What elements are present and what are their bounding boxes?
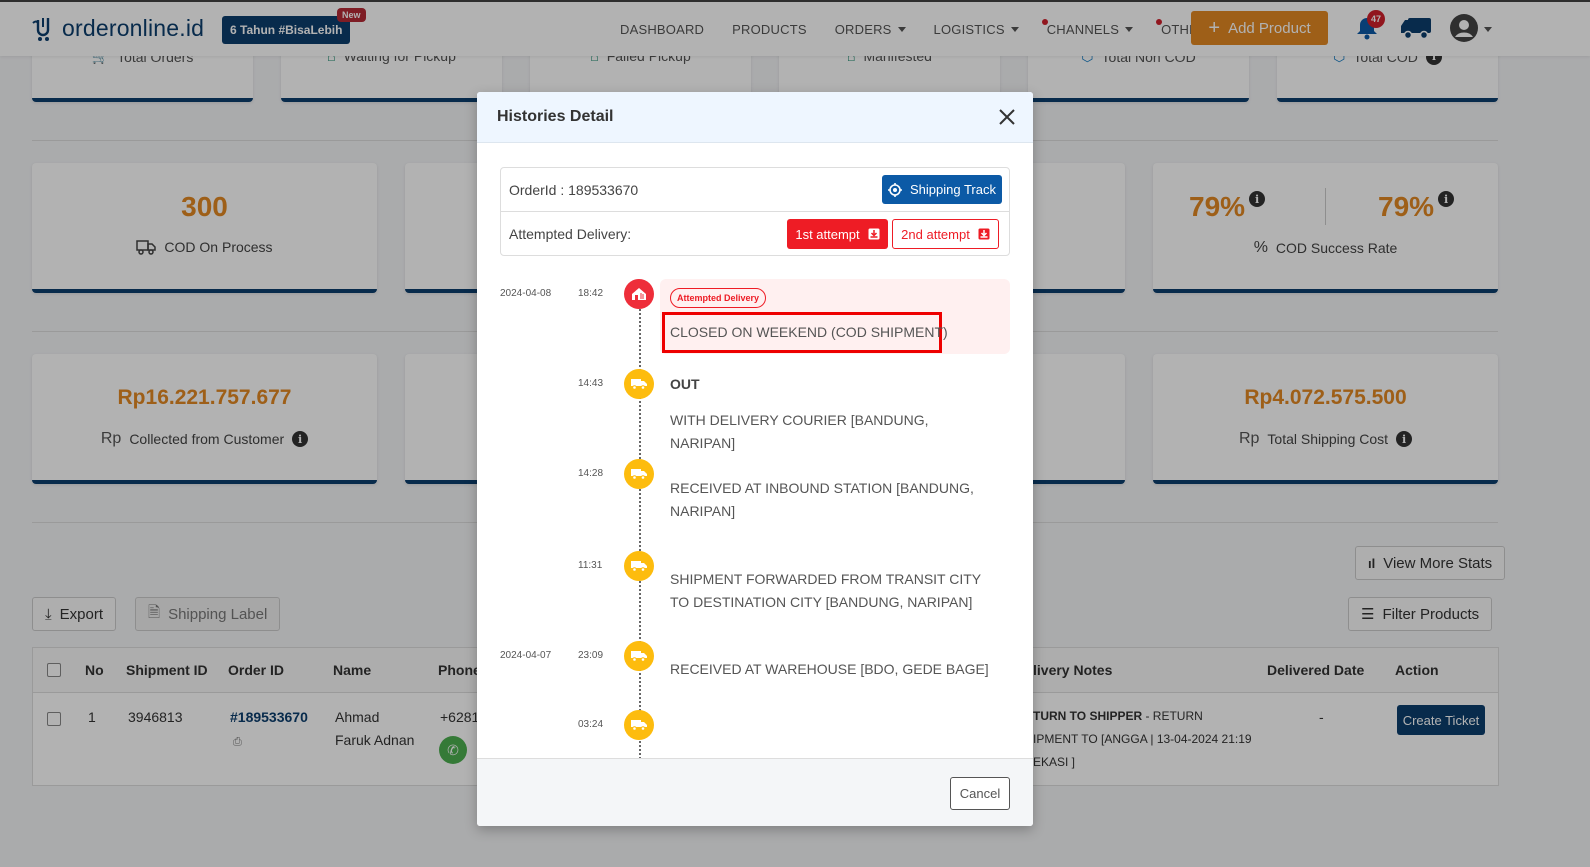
cancel-button[interactable]: Cancel [950,777,1010,810]
timeline-dot-transit [624,710,654,740]
download-box-icon [978,228,990,240]
timeline-time: 23:09 [578,650,604,661]
second-attempt-button[interactable]: 2nd attempt [892,219,999,249]
attempted-delivery-label: Attempted Delivery: [509,226,632,242]
timeline-time: 03:24 [578,719,604,730]
timeline-time: 14:28 [578,468,604,479]
truck-icon [631,651,647,662]
timeline-time: 14:43 [578,378,604,389]
timeline-dot-attempt [624,279,654,309]
button-label: 1st attempt [795,226,860,242]
timeline-date: 2024-04-07 [500,650,552,661]
timeline-description: WITH DELIVERY COURIER [BANDUNG, NARIPAN] [670,412,929,451]
shipping-track-button[interactable]: Shipping Track [882,175,1002,204]
timeline-dot-transit [624,369,654,399]
timeline-title: OUT [670,376,700,392]
timeline-dot-transit [624,641,654,671]
house-icon [632,288,646,300]
button-label: 2nd attempt [901,226,970,242]
truck-icon [631,561,647,572]
modal-footer: Cancel [477,758,1033,826]
modal-header: Histories Detail [477,92,1033,143]
timeline-time: 11:31 [578,560,603,571]
timeline-dot-transit [624,551,654,581]
order-info-row: OrderId : 189533670 Shipping Track [501,168,1009,212]
download-box-icon [868,228,880,240]
shipment-timeline: 2024-04-08 18:42 Attempted Delivery CLOS… [477,276,1033,758]
timeline-description: SHIPMENT FORWARDED FROM TRANSIT CITY TO … [670,571,981,610]
timeline-description: RECEIVED AT INBOUND STATION [BANDUNG, NA… [670,480,974,519]
first-attempt-button[interactable]: 1st attempt [787,219,888,249]
button-label: Shipping Track [910,182,996,197]
timeline-line [639,286,641,758]
order-id-label: OrderId : 189533670 [509,182,639,198]
histories-detail-modal: Histories Detail OrderId : 189533670 Shi… [477,92,1033,826]
close-icon[interactable] [997,107,1017,127]
timeline-dot-transit [624,459,654,489]
truck-icon [631,720,647,731]
truck-icon [631,379,647,390]
timeline-description: RECEIVED AT WAREHOUSE [BDO, GEDE BAGE] [670,661,989,677]
modal-title: Histories Detail [497,108,614,125]
timeline-time: 18:42 [578,288,604,299]
timeline-date: 2024-04-08 [500,288,552,299]
order-info-box: OrderId : 189533670 Shipping Track Attem… [500,167,1010,256]
attempted-delivery-tag: Attempted Delivery [670,288,767,308]
timeline-description: CLOSED ON WEEKEND (COD SHIPMENT) [670,324,948,340]
truck-icon [631,469,647,480]
target-icon [888,182,902,197]
